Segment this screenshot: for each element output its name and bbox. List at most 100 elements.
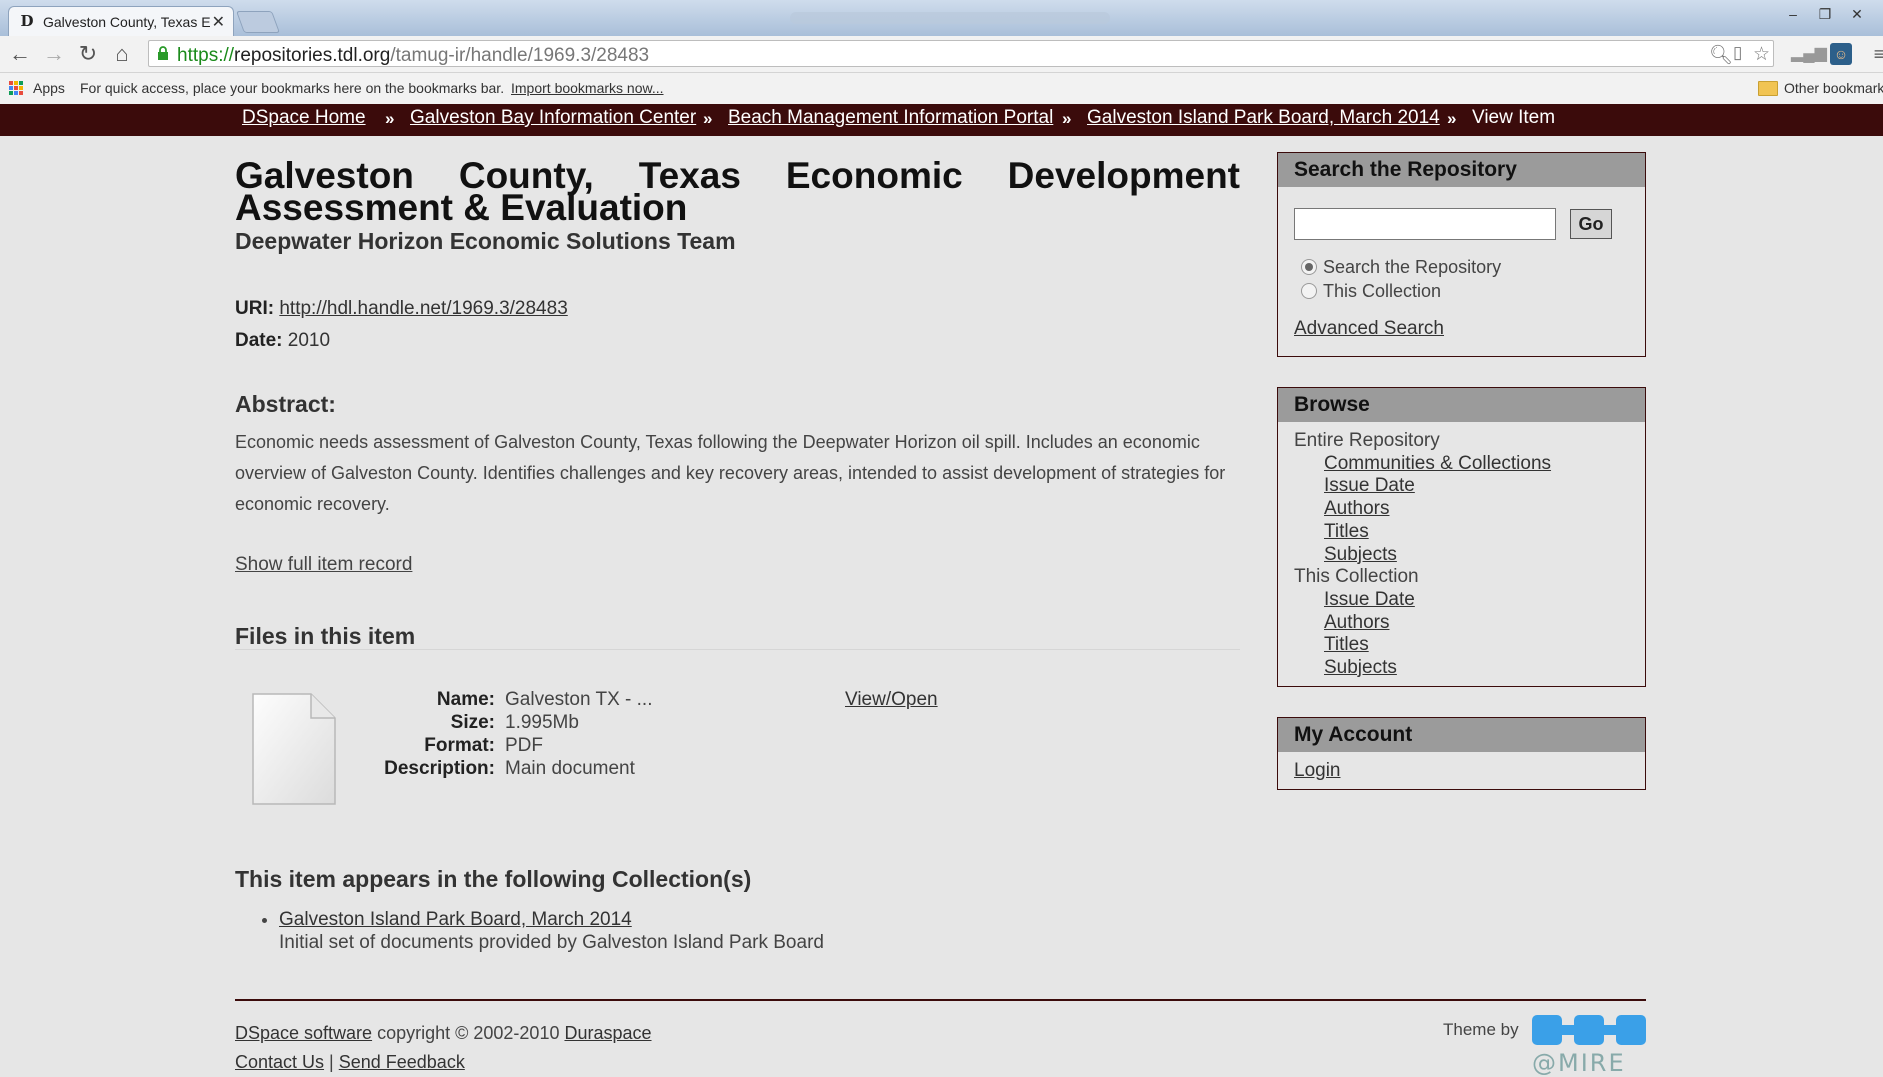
other-bookmarks[interactable]: Other bookmarks	[1784, 80, 1883, 96]
lock-icon	[158, 46, 168, 60]
new-tab-button[interactable]	[235, 11, 281, 33]
account-panel-heading: My Account	[1278, 718, 1645, 752]
view-open-link[interactable]: View/Open	[845, 689, 938, 711]
date-row: Date: 2010	[235, 330, 330, 352]
browse-panel: Browse Entire Repository Communities & C…	[1277, 387, 1646, 687]
item-view: Galveston County, Texas Economic Develop…	[235, 138, 1240, 953]
contact-us-link[interactable]: Contact Us	[235, 1052, 324, 1072]
file-name-label: Name:	[436, 689, 495, 710]
collection-issue-date-link[interactable]: Issue Date	[1294, 589, 1551, 612]
uri-link[interactable]: http://hdl.handle.net/1969.3/28483	[279, 298, 567, 319]
breadcrumb-park-board[interactable]: Galveston Island Park Board, March 2014	[1087, 107, 1440, 129]
browser-tab[interactable]: D Galveston County, Texas E ✕	[8, 6, 234, 36]
mire-logo-text: @MIRE	[1532, 1049, 1626, 1077]
apps-label[interactable]: Apps	[33, 80, 65, 96]
file-name: Galveston TX - ...	[505, 689, 653, 710]
page-icon[interactable]: ▯	[1733, 43, 1742, 63]
tab-title: Galveston County, Texas E	[43, 14, 211, 30]
star-icon[interactable]: ☆	[1753, 43, 1770, 66]
forward-arrow-icon[interactable]: →	[40, 40, 68, 68]
collections-list: Galveston Island Park Board, March 2014 …	[235, 908, 824, 954]
abstract-heading: Abstract:	[235, 391, 336, 417]
breadcrumb-beach-portal[interactable]: Beach Management Information Portal	[728, 107, 1053, 129]
bookmarks-bar: Apps For quick access, place your bookma…	[0, 73, 1883, 104]
import-bookmarks-link[interactable]: Import bookmarks now...	[511, 80, 664, 96]
browse-collection-label: This Collection	[1294, 566, 1419, 588]
theme-by-label: Theme by	[1443, 1020, 1519, 1039]
send-feedback-link[interactable]: Send Feedback	[339, 1052, 465, 1072]
browser-toolbar: ← → ↻ ⌂ https://repositories.tdl.org/tam…	[0, 36, 1883, 73]
restore-icon[interactable]: ❐	[1811, 4, 1839, 24]
file-format-label: Format:	[424, 735, 495, 756]
collection-link[interactable]: Galveston Island Park Board, March 2014	[279, 909, 632, 930]
footer-separator: |	[324, 1052, 339, 1072]
document-file-icon[interactable]	[249, 690, 339, 808]
breadcrumb-separator-icon: »	[1062, 109, 1072, 128]
show-full-record-link[interactable]: Show full item record	[235, 554, 412, 576]
file-size-label: Size:	[450, 712, 495, 733]
file-description: Main document	[505, 758, 635, 779]
close-tab-icon[interactable]: ✕	[212, 12, 225, 32]
file-format: PDF	[505, 735, 543, 756]
breadcrumb-separator-icon: »	[703, 109, 713, 128]
account-panel: My Account Login	[1277, 717, 1646, 790]
uri-label: URI:	[235, 298, 275, 319]
apps-grid-icon[interactable]	[9, 81, 24, 96]
avatar-icon[interactable]: ☺	[1830, 43, 1852, 65]
login-link[interactable]: Login	[1294, 760, 1341, 782]
signal-icon[interactable]: ▂▄▆	[1791, 40, 1827, 68]
collection-authors-link[interactable]: Authors	[1294, 612, 1551, 635]
dspace-favicon-icon: D	[20, 12, 34, 30]
minimize-icon[interactable]: –	[1779, 4, 1807, 24]
browse-titles-link[interactable]: Titles	[1294, 521, 1551, 544]
browse-panel-heading: Browse	[1278, 388, 1645, 422]
abstract-text: Economic needs assessment of Galveston C…	[235, 432, 1226, 514]
zoom-icon[interactable]: 🔍︎	[1709, 43, 1733, 67]
collection-subjects-link[interactable]: Subjects	[1294, 657, 1551, 680]
list-item: Galveston Island Park Board, March 2014 …	[279, 908, 824, 954]
page-title: Galveston County, Texas Economic Develop…	[235, 155, 1240, 228]
search-panel: Search the Repository Go Search the Repo…	[1277, 152, 1646, 357]
url-text: https://repositories.tdl.org/tamug-ir/ha…	[177, 45, 650, 66]
browse-authors-link[interactable]: Authors	[1294, 498, 1551, 521]
address-bar[interactable]: https://repositories.tdl.org/tamug-ir/ha…	[148, 40, 1774, 67]
window-close-icon[interactable]: ✕	[1843, 4, 1871, 24]
collection-description: Initial set of documents provided by Gal…	[279, 932, 824, 953]
window-title-blurred	[790, 12, 1110, 24]
go-button[interactable]: Go	[1570, 209, 1612, 239]
menu-icon[interactable]: ≡	[1865, 40, 1883, 68]
uri-row: URI: http://hdl.handle.net/1969.3/28483	[235, 298, 568, 320]
back-arrow-icon[interactable]: ←	[6, 40, 34, 68]
files-heading: Files in this item	[235, 623, 416, 649]
scope-repository-option[interactable]: Search the Repository	[1301, 257, 1501, 278]
duraspace-link[interactable]: Duraspace	[564, 1023, 651, 1043]
divider	[235, 649, 1240, 650]
advanced-search-link[interactable]: Advanced Search	[1294, 318, 1444, 340]
home-icon[interactable]: ⌂	[108, 40, 136, 68]
file-metadata: Name: Galveston TX - ... Size: 1.995Mb F…	[355, 689, 855, 781]
copyright-text: copyright © 2002-2010	[372, 1023, 565, 1043]
footer-links: DSpace software copyright © 2002-2010 Du…	[235, 1019, 652, 1077]
browser-tab-strip: D Galveston County, Texas E ✕ – ❐ ✕	[0, 0, 1883, 36]
radio-selected-icon[interactable]	[1301, 259, 1317, 275]
collection-titles-link[interactable]: Titles	[1294, 634, 1551, 657]
reload-icon[interactable]: ↻	[74, 40, 102, 68]
browse-list: Entire Repository Communities & Collecti…	[1294, 430, 1551, 680]
dspace-software-link[interactable]: DSpace software	[235, 1023, 372, 1043]
browse-communities-link[interactable]: Communities & Collections	[1294, 453, 1551, 476]
footer-divider	[235, 999, 1646, 1001]
breadcrumb-separator-icon: »	[385, 109, 395, 128]
item-author: Deepwater Horizon Economic Solutions Tea…	[235, 228, 736, 254]
date-label: Date:	[235, 330, 283, 351]
file-description-label: Description:	[384, 758, 495, 779]
radio-icon[interactable]	[1301, 283, 1317, 299]
browse-entire-label: Entire Repository	[1294, 430, 1440, 451]
scope-collection-option[interactable]: This Collection	[1301, 281, 1441, 302]
breadcrumb: DSpace Home » Galveston Bay Information …	[0, 104, 1883, 136]
bookmarks-hint: For quick access, place your bookmarks h…	[80, 80, 505, 96]
browse-subjects-link[interactable]: Subjects	[1294, 544, 1551, 567]
breadcrumb-galveston-bay[interactable]: Galveston Bay Information Center	[410, 107, 696, 129]
browse-issue-date-link[interactable]: Issue Date	[1294, 475, 1551, 498]
search-input[interactable]	[1294, 208, 1556, 240]
breadcrumb-dspace-home[interactable]: DSpace Home	[242, 107, 366, 129]
